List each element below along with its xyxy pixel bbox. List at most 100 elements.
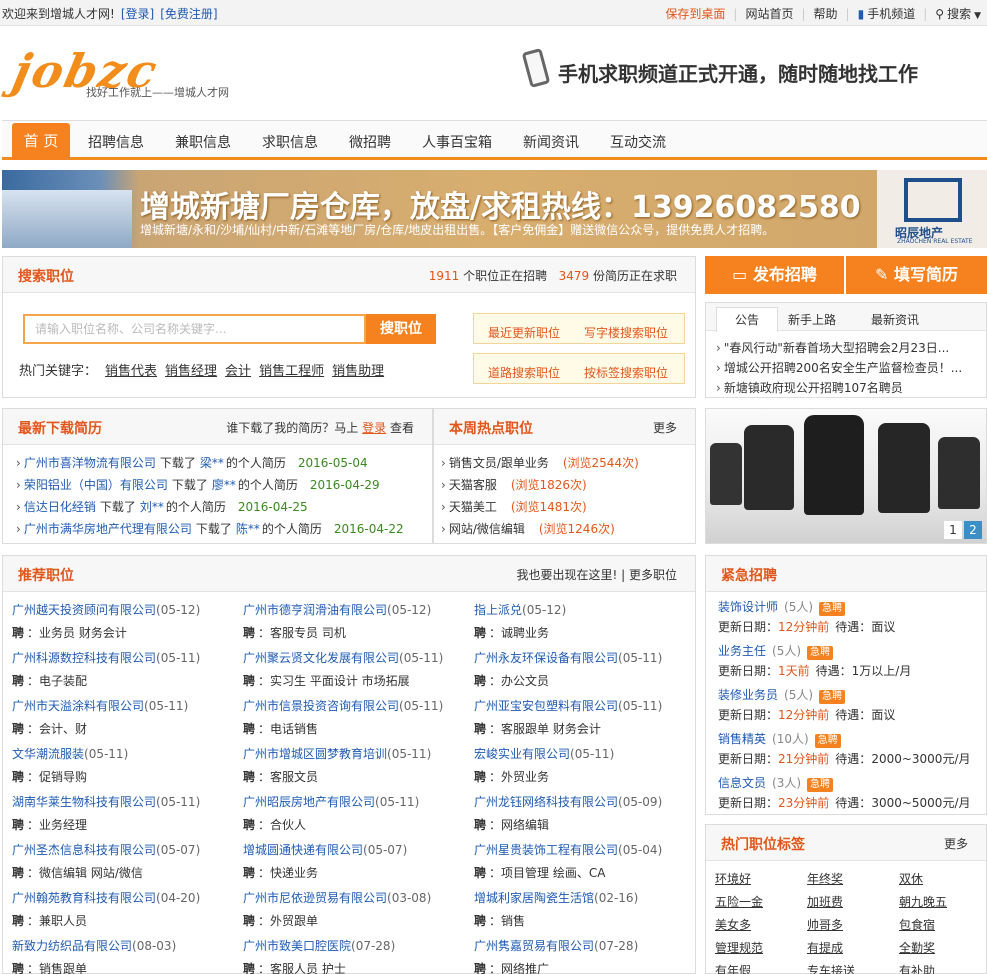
job-company-row[interactable]: 广州市天溢涂料有限公司(05-11) (12, 697, 188, 714)
job-company-link[interactable]: 文华潮流服装 (12, 747, 84, 761)
hot-keyword[interactable]: 销售经理 (165, 364, 217, 379)
job-company-row[interactable]: 增城利家居陶瓷生活馆(02-16) (474, 889, 638, 906)
hot-tag-link[interactable]: 美女多 (715, 916, 751, 933)
job-company-link[interactable]: 增城圆通快递有限公司 (243, 843, 363, 857)
job-positions[interactable]: 网络推广 (501, 962, 549, 974)
job-company-row[interactable]: 广州越天投资顾问有限公司(05-12) (12, 601, 200, 618)
job-positions[interactable]: 诚聘业务 (501, 626, 549, 640)
job-company-row[interactable]: 广州翰苑教育科技有限公司(04-20) (12, 889, 200, 906)
hot-job-item[interactable]: › 网站/微信编辑 (浏览1246次) (441, 520, 615, 537)
job-company-row[interactable]: 广州市信景投资咨询有限公司(05-11) (243, 697, 443, 714)
job-company-link[interactable]: 宏峻实业有限公司 (474, 747, 570, 761)
urgent-job-name[interactable]: 销售精英 (718, 732, 766, 746)
download-company-link[interactable]: 广州市喜洋物流有限公司 (24, 456, 156, 470)
job-company-link[interactable]: 新致力纺织品有限公司 (12, 939, 132, 953)
job-company-link[interactable]: 广州市致美口腔医院 (243, 939, 351, 953)
job-positions[interactable]: 电子装配 (39, 674, 87, 688)
job-positions[interactable]: 快递业务 (270, 866, 318, 880)
downloads-login-link[interactable]: 登录 (362, 421, 386, 435)
hot-tag-link[interactable]: 朝九晚五 (899, 893, 947, 910)
search-button[interactable]: 搜职位 (366, 314, 436, 344)
job-company-link[interactable]: 广州星贵装饰工程有限公司 (474, 843, 618, 857)
job-positions[interactable]: 实习生 平面设计 市场拓展 (270, 674, 410, 688)
job-company-row[interactable]: 广州隽嘉贸易有限公司(07-28) (474, 937, 638, 954)
job-company-link[interactable]: 广州亚宝安包塑料有限公司 (474, 699, 618, 713)
tab-latest-news[interactable]: 最新资讯 (871, 311, 919, 328)
job-positions[interactable]: 销售跟单 (39, 962, 87, 974)
urgent-job-row[interactable]: 装修业务员 (5人) 急聘 (718, 686, 846, 704)
job-company-link[interactable]: 广州昭辰房地产有限公司 (243, 795, 375, 809)
urgent-job-name[interactable]: 装修业务员 (718, 688, 778, 702)
hot-keyword[interactable]: 销售代表 (105, 364, 157, 379)
job-company-link[interactable]: 广州市信景投资咨询有限公司 (243, 699, 399, 713)
urgent-job-row[interactable]: 装饰设计师 (5人) 急聘 (718, 598, 846, 616)
job-positions[interactable]: 销售 (501, 914, 525, 928)
nav-jobs[interactable]: 招聘信息 (88, 132, 144, 152)
search-link[interactable]: 搜索 (947, 7, 971, 21)
login-link[interactable]: [登录] (121, 7, 154, 21)
download-company-link[interactable]: 广州市满华房地产代理有限公司 (24, 522, 192, 536)
hot-tag-link[interactable]: 有补助 (899, 962, 935, 974)
job-company-link[interactable]: 广州市尼依逊贸易有限公司 (243, 891, 387, 905)
nav-news[interactable]: 新闻资讯 (523, 132, 579, 152)
job-company-row[interactable]: 宏峻实业有限公司(05-11) (474, 745, 614, 762)
job-company-link[interactable]: 广州永友环保设备有限公司 (474, 651, 618, 665)
job-positions[interactable]: 合伙人 (270, 818, 306, 832)
job-company-link[interactable]: 广州翰苑教育科技有限公司 (12, 891, 156, 905)
hot-tag-link[interactable]: 有提成 (807, 939, 843, 956)
hot-tag-link[interactable]: 年终奖 (807, 870, 843, 887)
nav-jobseekers[interactable]: 求职信息 (262, 132, 318, 152)
job-positions[interactable]: 业务员 财务会计 (39, 626, 127, 640)
hot-tag-link[interactable]: 有年假 (715, 962, 751, 974)
job-positions[interactable]: 外贸跟单 (270, 914, 318, 928)
job-positions[interactable]: 办公文员 (501, 674, 549, 688)
job-company-row[interactable]: 广州市德亨润滑油有限公司(05-12) (243, 601, 431, 618)
job-positions[interactable]: 客服人员 护士 (270, 962, 346, 974)
job-company-row[interactable]: 广州市增城区圆梦教育培训(05-11) (243, 745, 431, 762)
job-positions[interactable]: 微信编辑 网站/微信 (39, 866, 143, 880)
job-company-link[interactable]: 广州隽嘉贸易有限公司 (474, 939, 594, 953)
hot-tag-link[interactable]: 管理规范 (715, 939, 763, 956)
save-desktop-link[interactable]: 保存到桌面 (665, 7, 725, 21)
job-positions[interactable]: 业务经理 (39, 818, 87, 832)
job-positions[interactable]: 促销导购 (39, 770, 87, 784)
job-company-row[interactable]: 广州市尼依逊贸易有限公司(03-08) (243, 889, 431, 906)
nav-home[interactable]: 首 页 (12, 123, 70, 160)
job-company-link[interactable]: 广州龙钰网络科技有限公司 (474, 795, 618, 809)
hot-tag-link[interactable]: 包食宿 (899, 916, 935, 933)
recommend-cta-link[interactable]: 我也要出现在这里! (517, 568, 618, 582)
hot-jobs-more-link[interactable]: 更多 (653, 419, 677, 436)
hot-keyword[interactable]: 会计 (225, 364, 251, 379)
hot-tag-link[interactable]: 专车接送 (807, 962, 855, 974)
job-positions[interactable]: 项目管理 绘画、CA (501, 866, 605, 880)
job-company-row[interactable]: 广州科源数控科技有限公司(05-11) (12, 649, 200, 666)
job-positions[interactable]: 兼职人员 (39, 914, 87, 928)
notice-item[interactable]: › 增城公开招聘200名安全生产监督检查员！... (716, 359, 962, 376)
notice-item[interactable]: › 新塘镇政府现公开招聘107名聘员 (716, 379, 903, 396)
job-company-link[interactable]: 广州越天投资顾问有限公司 (12, 603, 156, 617)
download-company-link[interactable]: 荣阳铝业（中国）有限公司 (24, 478, 168, 492)
nav-hr-toolbox[interactable]: 人事百宝箱 (422, 132, 492, 152)
job-company-link[interactable]: 增城利家居陶瓷生活馆 (474, 891, 594, 905)
hot-job-item[interactable]: › 销售文员/跟单业务 (浏览2544次) (441, 454, 639, 471)
site-logo[interactable]: jobzc 找好工作就上——增城人才网 (8, 44, 272, 105)
job-company-row[interactable]: 广州昭辰房地产有限公司(05-11) (243, 793, 419, 810)
job-company-link[interactable]: 广州市增城区圆梦教育培训 (243, 747, 387, 761)
job-company-row[interactable]: 广州永友环保设备有限公司(05-11) (474, 649, 662, 666)
urgent-job-name[interactable]: 装饰设计师 (718, 600, 778, 614)
job-positions[interactable]: 外贸业务 (501, 770, 549, 784)
urgent-job-row[interactable]: 信息文员 (3人) 急聘 (718, 774, 834, 792)
job-positions[interactable]: 客服专员 司机 (270, 626, 346, 640)
job-company-link[interactable]: 广州市德亨润滑油有限公司 (243, 603, 387, 617)
tab-newbie[interactable]: 新手上路 (788, 311, 836, 328)
hot-keyword[interactable]: 销售助理 (332, 364, 384, 379)
ad-banner[interactable]: 增城新塘厂房仓库，放盘/求租热线：13926082580 增城新塘/永和/沙埔/… (2, 170, 987, 248)
job-company-row[interactable]: 文华潮流服装(05-11) (12, 745, 128, 762)
mobile-link[interactable]: 手机频道 (867, 7, 915, 21)
job-company-row[interactable]: 广州市致美口腔医院(07-28) (243, 937, 395, 954)
job-company-link[interactable]: 湖南华莱生物科技有限公司 (12, 795, 156, 809)
job-company-row[interactable]: 广州聚云贤文化发展有限公司(05-11) (243, 649, 443, 666)
job-positions[interactable]: 电话销售 (270, 722, 318, 736)
hot-tags-more-link[interactable]: 更多 (944, 835, 968, 852)
job-positions[interactable]: 会计、财 (39, 722, 87, 736)
